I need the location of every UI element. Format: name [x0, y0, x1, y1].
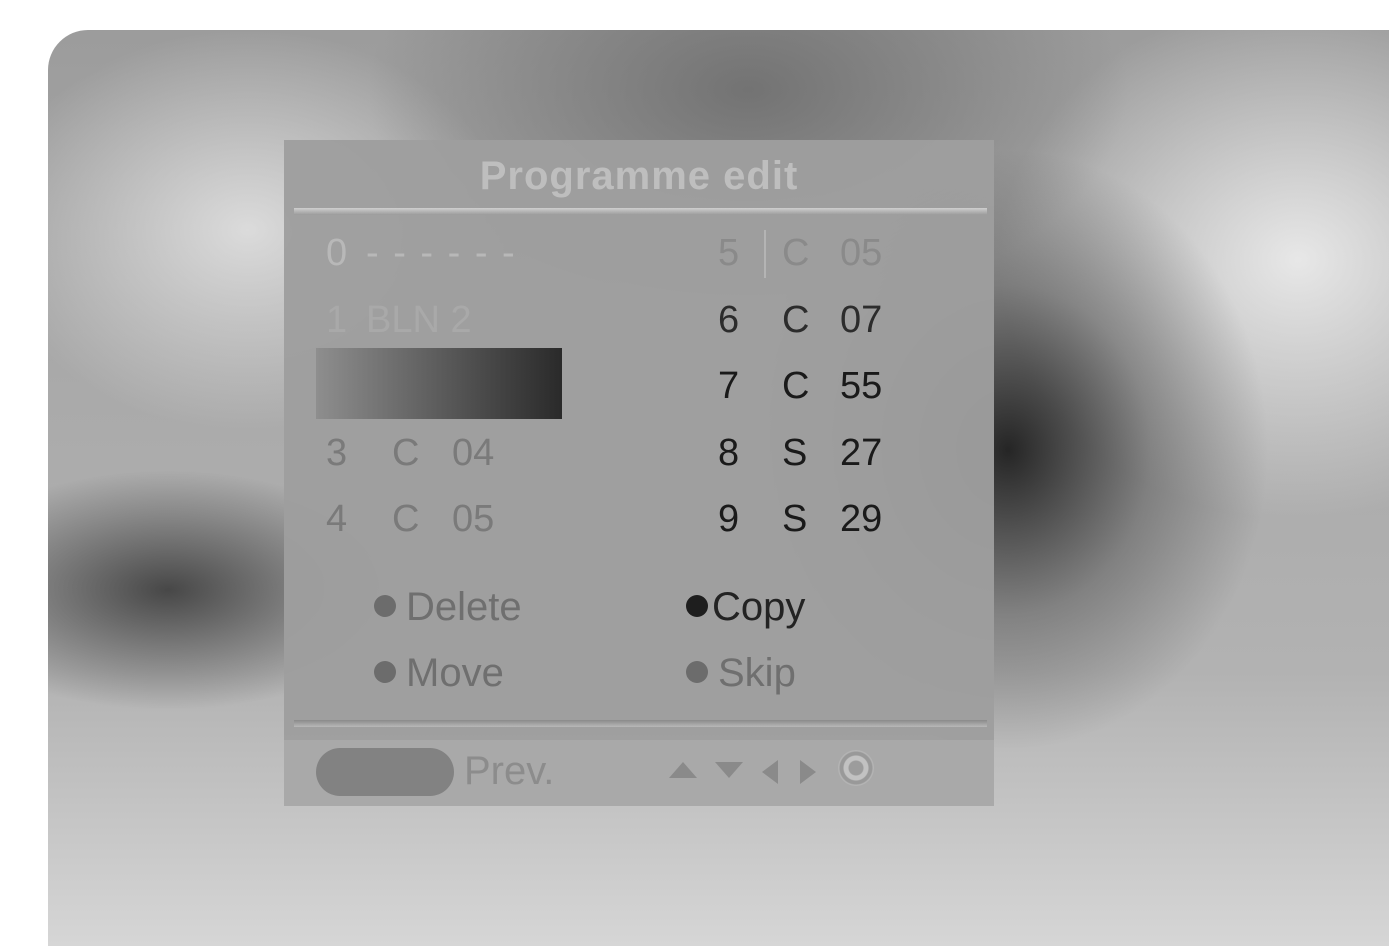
programme-number: 3: [326, 432, 348, 474]
programme-number: 0: [326, 232, 348, 274]
programme-number: 7: [718, 365, 740, 407]
delete-option[interactable]: Delete: [374, 582, 522, 632]
programme-number: 5: [718, 232, 740, 274]
footer-divider: [294, 720, 987, 727]
right-arrow-icon: [800, 760, 816, 784]
programme-number: 1: [326, 299, 348, 341]
programme-row-9[interactable]: 9 S 29: [718, 494, 938, 544]
skip-label: Skip: [718, 651, 796, 695]
programme-channel: 55: [840, 365, 883, 407]
programme-band: S: [782, 432, 808, 474]
skip-option[interactable]: Skip: [686, 648, 796, 698]
delete-label: Delete: [406, 585, 522, 629]
programme-channel: 29: [840, 498, 883, 540]
copy-label: Copy: [712, 585, 806, 629]
menu-button-icon[interactable]: [316, 748, 454, 796]
programme-name: BLN 2: [366, 299, 472, 341]
green-dot-icon: [686, 595, 708, 618]
copy-option[interactable]: Copy: [686, 582, 805, 632]
programme-row-4[interactable]: 4 C 05: [326, 494, 586, 544]
blue-dot-icon: [686, 661, 708, 684]
prev-label: Prev.: [464, 749, 555, 793]
programme-name: - - - - - -: [366, 232, 517, 274]
programme-band: C: [782, 232, 810, 274]
yellow-dot-icon: [374, 661, 396, 684]
selected-programme-highlight[interactable]: [316, 348, 562, 419]
title-divider: [294, 208, 987, 215]
programme-number: 4: [326, 498, 348, 540]
programme-band: C: [782, 299, 810, 341]
menu-footer: Prev.: [284, 740, 994, 806]
up-arrow-icon: [669, 762, 697, 778]
ok-icon: [838, 750, 874, 786]
programme-channel: 07: [840, 299, 883, 341]
programme-band: S: [782, 498, 808, 540]
red-dot-icon: [374, 595, 396, 618]
programme-channel: 04: [452, 432, 495, 474]
menu-title: Programme edit: [479, 154, 799, 198]
programme-row-3[interactable]: 3 C 04: [326, 428, 586, 478]
programme-row-0[interactable]: 0 - - - - - -: [326, 228, 586, 278]
programme-channel: 05: [840, 232, 883, 274]
programme-number: 9: [718, 498, 740, 540]
down-arrow-icon: [715, 762, 743, 778]
programme-row-1[interactable]: 1 BLN 2: [326, 295, 586, 345]
move-option[interactable]: Move: [374, 648, 504, 698]
programme-band: C: [392, 432, 420, 474]
left-arrow-icon: [762, 760, 778, 784]
programme-channel: 05: [452, 498, 495, 540]
programme-number: 6: [718, 299, 740, 341]
programme-channel: 27: [840, 432, 883, 474]
move-label: Move: [406, 651, 504, 695]
programme-row-6[interactable]: 6 C 07: [718, 295, 938, 345]
programme-row-8[interactable]: 8 S 27: [718, 428, 938, 478]
programme-band: C: [392, 498, 420, 540]
programme-row-5[interactable]: 5 C 05: [718, 228, 938, 278]
programme-band: C: [782, 365, 810, 407]
programme-row-7[interactable]: 7 C 55: [718, 361, 938, 411]
programme-edit-panel: Programme edit 0 - - - - - - 1 BLN 2 3 C…: [284, 140, 994, 806]
programme-number: 8: [718, 432, 740, 474]
